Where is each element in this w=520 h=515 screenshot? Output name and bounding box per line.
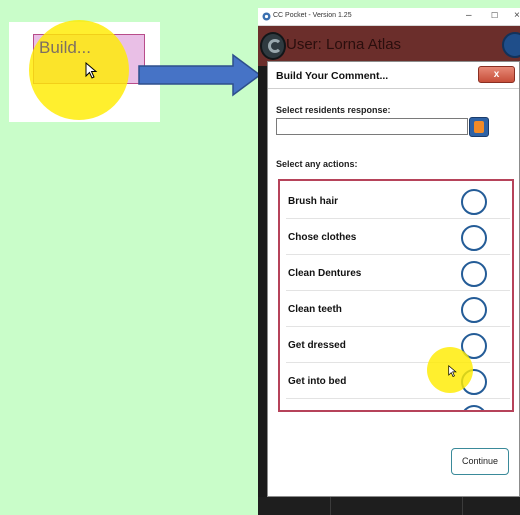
build-button-label: Build... [39, 38, 91, 57]
list-item[interactable]: Clean teeth [280, 291, 512, 327]
window-titlebar: CC Pocket - Version 1.25 – ☐ × [258, 8, 520, 26]
menu-icon[interactable] [502, 32, 520, 58]
bottom-bar [258, 497, 520, 515]
window-title: CC Pocket - Version 1.25 [273, 12, 352, 19]
response-label: Select residents response: [276, 105, 391, 115]
action-label: Brush hair [288, 196, 339, 207]
action-label: Get into bed [288, 376, 347, 387]
list-item[interactable]: Clean Dentures [280, 255, 512, 291]
list-item[interactable]: Get into bed [280, 363, 512, 399]
close-window-button[interactable]: × [514, 10, 520, 22]
cursor-icon [448, 365, 457, 377]
dialog-title: Build Your Comment... [276, 70, 389, 82]
action-radio[interactable] [461, 261, 487, 287]
action-radio[interactable] [461, 405, 487, 410]
dropdown-arrow-icon[interactable] [469, 117, 489, 137]
maximize-button[interactable]: ☐ [491, 10, 498, 22]
action-label: Clean Dentures [288, 268, 362, 279]
app-window: CC Pocket - Version 1.25 – ☐ × User: Lor… [258, 8, 520, 515]
action-label: Get dressed [288, 340, 346, 351]
action-radio[interactable] [461, 225, 487, 251]
action-label: Clean teeth [288, 304, 342, 315]
minimize-button[interactable]: – [466, 10, 472, 22]
logo-icon [260, 32, 286, 60]
list-item[interactable]: Chose clothes [280, 219, 512, 255]
app-icon [262, 12, 271, 21]
app-header: User: Lorna Atlas [258, 26, 520, 66]
actions-label: Select any actions: [276, 159, 358, 169]
build-comment-dialog: Build Your Comment... x Select residents… [267, 61, 520, 497]
arrow-icon [138, 53, 262, 97]
continue-button[interactable]: Continue [451, 448, 509, 475]
actions-list[interactable]: Brush hair Chose clothes Clean Dentures … [278, 179, 514, 412]
response-select[interactable] [276, 118, 468, 135]
action-label: Chose clothes [288, 232, 357, 243]
dialog-close-button[interactable]: x [478, 66, 515, 83]
action-radio[interactable] [461, 189, 487, 215]
click-highlight [29, 20, 129, 120]
list-item[interactable]: Get dressed [280, 327, 512, 363]
list-item[interactable]: Brush hair [280, 183, 512, 219]
list-item[interactable] [280, 399, 512, 410]
action-radio[interactable] [461, 297, 487, 323]
user-label: User: Lorna Atlas [286, 36, 402, 53]
cursor-icon [85, 62, 98, 79]
title-divider [268, 88, 519, 89]
